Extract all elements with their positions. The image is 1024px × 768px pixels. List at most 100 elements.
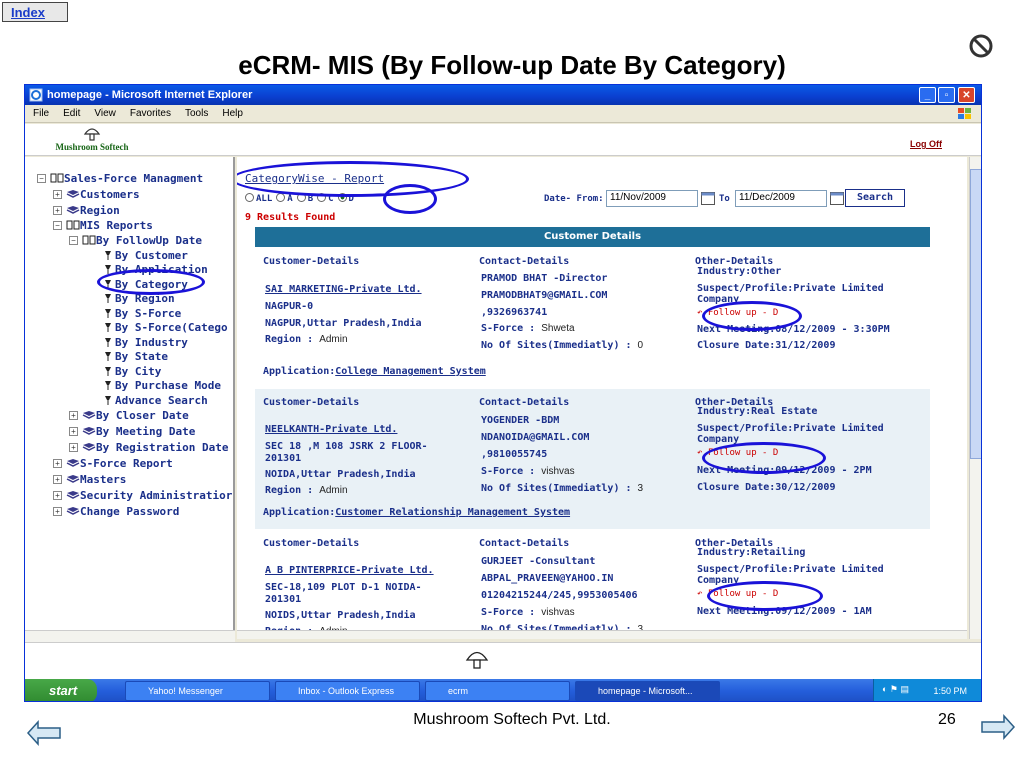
- brand-name: Mushroom Softech: [55, 142, 129, 152]
- radio-a[interactable]: A: [276, 193, 293, 204]
- radio-b[interactable]: B: [296, 193, 313, 204]
- tree-item-by-s-force[interactable]: By S-Force: [101, 307, 181, 321]
- date-from-input[interactable]: 11/Nov/2009: [606, 190, 698, 207]
- table-row: Customer-Details Contact-Details Other-D…: [255, 389, 930, 529]
- browser-window-title: homepage - Microsoft Internet Explorer: [47, 89, 253, 101]
- table-row: Customer-Details Contact-Details Other-D…: [255, 530, 930, 639]
- app-header: Mushroom Softech Log Off: [25, 124, 981, 156]
- taskbar-homepage-ie[interactable]: homepage - Microsoft...: [575, 681, 720, 701]
- menu-help[interactable]: Help: [222, 108, 243, 119]
- menu-favorites[interactable]: Favorites: [130, 108, 171, 119]
- industry-line: Industry:Retailing: [697, 547, 806, 558]
- radio-d[interactable]: D: [337, 193, 354, 204]
- next-meeting-line: Next Meeting:09/12/2009 - 2PM: [697, 465, 872, 476]
- tray-icons[interactable]: ◐ ⚑ ▤: [882, 684, 909, 695]
- tree-item-by-customer[interactable]: By Customer: [101, 249, 188, 263]
- application-link[interactable]: Customer Relationship Management System: [335, 507, 570, 518]
- tree-item-by-purchase-mode[interactable]: By Purchase Mode: [101, 379, 221, 393]
- contact-phone: 01204215244/245,9953005406: [481, 590, 638, 601]
- pin-icon: [105, 396, 111, 405]
- back-arrow-icon[interactable]: [26, 718, 62, 748]
- slide-title: eCRM- MIS (By Follow-up Date By Category…: [238, 50, 786, 80]
- company-link[interactable]: A B PINTERPRICE-Private Ltd.: [265, 565, 434, 576]
- followup-link[interactable]: ↶ Follow up - D: [697, 589, 778, 599]
- tree-item-by-meeting-date[interactable]: + By Meeting Date: [69, 425, 195, 439]
- calendar-icon[interactable]: [701, 192, 715, 205]
- followup-link[interactable]: ↶ Follow up - D: [697, 308, 778, 318]
- minimize-button[interactable]: _: [919, 87, 936, 103]
- close-button[interactable]: ✕: [958, 87, 975, 103]
- category-radio-group: ALL A B C D: [245, 193, 354, 204]
- table-row: Customer-Details Contact-Details Other-D…: [255, 248, 930, 388]
- profile-line-2: Company: [697, 575, 740, 586]
- sites-line: No Of Sites(Immediatly) : 0: [481, 340, 644, 351]
- tree-item-advance-search[interactable]: Advance Search: [101, 394, 208, 408]
- pin-icon: [105, 251, 111, 260]
- city-line: NOIDS,Uttar Pradesh,India: [265, 610, 416, 621]
- menu-tools[interactable]: Tools: [185, 108, 208, 119]
- tree-item-sales-force[interactable]: − Sales-Force Managment: [37, 172, 203, 186]
- tree-item-security-administration[interactable]: + Security Administratior: [53, 489, 232, 503]
- application-link[interactable]: College Management System: [335, 366, 486, 377]
- followup-arrow-icon: ↶: [697, 448, 703, 458]
- date-to-input[interactable]: 11/Dec/2009: [735, 190, 827, 207]
- content-horizontal-scrollbar[interactable]: [237, 630, 967, 639]
- company-link[interactable]: NEELKANTH-Private Ltd.: [265, 424, 397, 435]
- tree-item-change-password[interactable]: + Change Password: [53, 505, 179, 519]
- index-link[interactable]: Index: [2, 2, 68, 22]
- page-number: 26: [938, 711, 956, 728]
- tree-item-customers[interactable]: + Customers: [53, 188, 140, 202]
- radio-c[interactable]: C: [317, 193, 334, 204]
- next-meeting-line: Next Meeting:08/12/2009 - 3:30PM: [697, 324, 890, 335]
- tree-item-s-force-report[interactable]: + S-Force Report: [53, 457, 173, 471]
- taskbar-outlook-express[interactable]: Inbox - Outlook Express: [275, 681, 420, 701]
- tree-item-by-city[interactable]: By City: [101, 365, 161, 379]
- pin-icon: [105, 265, 111, 274]
- maximize-button[interactable]: ▫: [938, 87, 955, 103]
- next-meeting-line: Next Meeting:09/12/2009 - 1AM: [697, 606, 872, 617]
- tree-item-by-application[interactable]: By Application: [101, 263, 208, 277]
- taskbar-ecrm-folder[interactable]: ecrm: [425, 681, 570, 701]
- pin-icon: [105, 309, 111, 318]
- tree-item-by-s-force-category[interactable]: By S-Force(Catego: [101, 321, 228, 335]
- tree-item-masters[interactable]: + Masters: [53, 473, 126, 487]
- tree-item-by-state[interactable]: By State: [101, 350, 168, 364]
- start-button[interactable]: start: [25, 679, 97, 701]
- closure-line: Closure Date:31/12/2009: [697, 340, 836, 351]
- company-link[interactable]: SAI MARKETING-Private Ltd.: [265, 284, 422, 295]
- menu-edit[interactable]: Edit: [63, 108, 80, 119]
- scroll-thumb[interactable]: [970, 169, 981, 459]
- windows-logo-icon: [958, 108, 971, 119]
- pin-icon: [105, 280, 111, 289]
- sforce-line: S-Force : Shweta: [481, 323, 575, 334]
- tree-item-by-followup-date[interactable]: − By FollowUp Date: [69, 234, 202, 248]
- followup-link[interactable]: ↶ Follow up - D: [697, 448, 778, 458]
- clock: 1:50 PM: [933, 686, 967, 696]
- books-icon: [66, 190, 80, 198]
- tree-horizontal-scrollbar[interactable]: [25, 630, 235, 642]
- books-icon: [66, 459, 80, 467]
- tree-item-by-category[interactable]: By Category: [101, 278, 188, 292]
- menu-view[interactable]: View: [94, 108, 116, 119]
- pin-icon: [105, 294, 111, 303]
- tree-item-mis-reports[interactable]: − MIS Reports: [53, 219, 153, 233]
- industry-line: Industry:Other: [697, 266, 782, 277]
- ie-page-icon: [29, 88, 43, 102]
- industry-line: Industry:Real Estate: [697, 406, 818, 417]
- city-line: NAGPUR,Uttar Pradesh,India: [265, 318, 422, 329]
- radio-all[interactable]: ALL: [245, 193, 272, 204]
- tree-item-by-region[interactable]: By Region: [101, 292, 175, 306]
- tree-item-by-closer-date[interactable]: + By Closer Date: [69, 409, 189, 423]
- tree-item-by-industry[interactable]: By Industry: [101, 336, 188, 350]
- taskbar-yahoo-messenger[interactable]: Yahoo! Messenger: [125, 681, 270, 701]
- tree-item-by-registration-date[interactable]: + By Registration Date: [69, 441, 228, 455]
- tree-item-region[interactable]: + Region: [53, 204, 120, 218]
- search-button[interactable]: Search: [845, 189, 905, 207]
- footer-company: Mushroom Softech Pvt. Ltd.: [413, 711, 611, 728]
- next-arrow-icon[interactable]: [980, 712, 1016, 742]
- menu-file[interactable]: File: [33, 108, 49, 119]
- logoff-link[interactable]: Log Off: [910, 139, 942, 149]
- city-line: NOIDA,Uttar Pradesh,India: [265, 469, 416, 480]
- calendar-icon[interactable]: [830, 192, 844, 205]
- content-vertical-scrollbar[interactable]: [969, 157, 981, 639]
